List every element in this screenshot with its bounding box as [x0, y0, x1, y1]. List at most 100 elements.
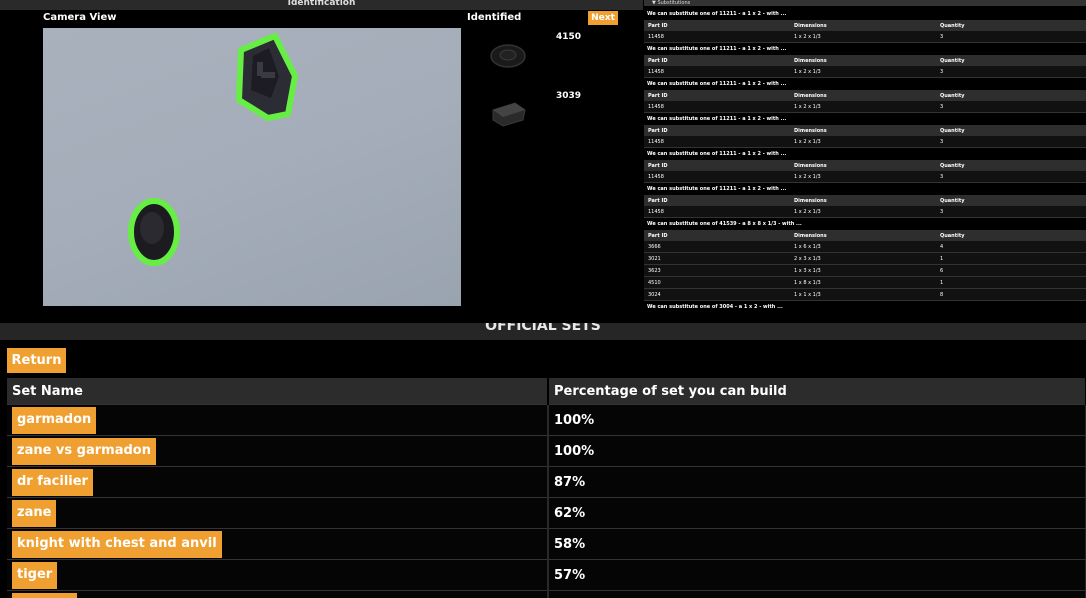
substitutions-list: We can substitute one of 11211 - a 1 x 2…	[644, 8, 1086, 313]
substitution-column-header: Quantity	[936, 160, 1086, 171]
part-thumbnail	[490, 44, 526, 68]
substitution-column-header: Part ID	[644, 90, 790, 101]
dimensions-cell: 1 x 2 x 1/3	[790, 101, 936, 113]
set-name-cell: trooper	[7, 590, 549, 598]
camera-feed-image	[128, 33, 298, 266]
quantity-cell: 6	[936, 264, 1086, 277]
substitution-column-header: Quantity	[936, 90, 1086, 101]
part-id-label: 3039	[556, 91, 582, 101]
substitution-table: Part ID Dimensions Quantity 11458 1 x 2 x 1/…	[644, 195, 1086, 218]
set-name-button[interactable]: garmadon	[12, 406, 97, 434]
substitution-header-row: Part ID Dimensions Quantity	[644, 230, 1086, 241]
set-row: zane 62%	[7, 497, 1086, 529]
substitution-line: We can substitute one of 11211 - a 1 x 2…	[647, 46, 787, 52]
substitution-row: 3021 2 x 3 x 1/3 1	[644, 252, 1086, 265]
official-sets-title: OFFICIAL SETS	[485, 323, 601, 334]
part-id-cell: 3024	[644, 288, 790, 301]
percentage-column-header: Percentage of set you can build	[548, 378, 1086, 405]
substitution-header-row: Part ID Dimensions Quantity	[644, 125, 1086, 136]
set-name-button[interactable]: zane	[12, 499, 57, 527]
substitution-column-header: Part ID	[644, 230, 790, 241]
set-row: dr facilier 87%	[7, 466, 1086, 498]
substitution-line: We can substitute one of 11211 - a 1 x 2…	[647, 11, 787, 17]
set-name-cell: dr facilier	[7, 466, 549, 498]
substitutions-header[interactable]: ▼ Substitutions	[644, 0, 1086, 6]
set-name-button[interactable]: dr facilier	[12, 468, 93, 496]
set-percentage-cell: 87%	[548, 466, 1086, 498]
dimensions-cell: 1 x 2 x 1/3	[790, 31, 936, 43]
set-name-column-header: Set Name	[7, 378, 549, 405]
substitutions-panel: ▼ Substitutions We can substitute one of…	[644, 0, 1086, 322]
quantity-cell: 3	[936, 136, 1086, 148]
substitution-line: We can substitute one of 11211 - a 1 x 2…	[647, 81, 787, 87]
identification-title: Identification	[0, 0, 643, 10]
set-name-cell: knight with chest and anvil	[7, 528, 549, 560]
part-id-label: 4150	[556, 32, 582, 42]
substitution-column-header: Dimensions	[790, 160, 936, 171]
official-sets-panel: OFFICIAL SETS Return Set Name Percentage…	[0, 323, 1086, 598]
part-id-cell: 11458	[644, 136, 790, 148]
set-name-cell: tiger	[7, 559, 549, 591]
part-id-cell: 11458	[644, 66, 790, 78]
set-row: knight with chest and anvil 58%	[7, 528, 1086, 560]
set-name-cell: garmadon	[7, 404, 549, 436]
quantity-cell: 1	[936, 276, 1086, 289]
camera-view-label: Camera View	[43, 12, 117, 23]
part-thumbnail	[492, 102, 526, 127]
substitution-column-header: Quantity	[936, 195, 1086, 206]
set-row: trooper 56%	[7, 590, 1086, 598]
substitution-row: 11458 1 x 2 x 1/3 3	[644, 31, 1086, 43]
set-percentage-cell: 57%	[548, 559, 1086, 591]
part-id-cell: 3666	[644, 241, 790, 253]
substitution-column-header: Dimensions	[790, 55, 936, 66]
substitution-column-header: Quantity	[936, 55, 1086, 66]
dimensions-cell: 1 x 2 x 1/3	[790, 136, 936, 148]
substitution-row: 3623 1 x 3 x 1/3 6	[644, 264, 1086, 277]
substitution-column-header: Part ID	[644, 125, 790, 136]
quantity-cell: 3	[936, 31, 1086, 43]
substitution-header-row: Part ID Dimensions Quantity	[644, 160, 1086, 171]
quantity-cell: 3	[936, 206, 1086, 218]
substitution-column-header: Dimensions	[790, 90, 936, 101]
substitution-table: Part ID Dimensions Quantity 3666 1 x 6 x 1/3…	[644, 230, 1086, 301]
dimensions-cell: 1 x 1 x 1/3	[790, 288, 936, 301]
substitution-header-row: Part ID Dimensions Quantity	[644, 55, 1086, 66]
next-button[interactable]: Next	[588, 11, 618, 25]
dimensions-cell: 2 x 3 x 1/3	[790, 252, 936, 265]
substitution-header-row: Part ID Dimensions Quantity	[644, 20, 1086, 31]
set-name-button[interactable]: knight with chest and anvil	[12, 530, 222, 558]
set-name-button[interactable]: zane vs garmadon	[12, 437, 156, 465]
substitution-line: We can substitute one of 3004 - a 1 x 2 …	[647, 304, 783, 310]
substitution-line: We can substitute one of 11211 - a 1 x 2…	[647, 186, 787, 192]
part-id-cell: 3623	[644, 264, 790, 277]
sets-table: Set Name Percentage of set you can build…	[7, 378, 1086, 598]
substitution-header-row: Part ID Dimensions Quantity	[644, 90, 1086, 101]
part-id-cell: 11458	[644, 101, 790, 113]
quantity-cell: 8	[936, 288, 1086, 301]
sets-table-header-row: Set Name Percentage of set you can build	[7, 378, 1086, 405]
substitution-column-header: Quantity	[936, 230, 1086, 241]
collapse-triangle-icon[interactable]: ▼	[652, 0, 656, 6]
substitutions-title: Substitutions	[657, 0, 691, 6]
part-id-cell: 3021	[644, 252, 790, 265]
part-id-cell: 11458	[644, 31, 790, 43]
part-id-cell: 11458	[644, 171, 790, 183]
set-name-button[interactable]: tiger	[12, 561, 58, 589]
substitution-row: 11458 1 x 2 x 1/3 3	[644, 101, 1086, 113]
substitution-column-header: Part ID	[644, 195, 790, 206]
return-button[interactable]: Return	[7, 348, 66, 373]
set-percentage-cell: 100%	[548, 404, 1086, 436]
set-row: garmadon 100%	[7, 404, 1086, 436]
dimensions-cell: 1 x 2 x 1/3	[790, 171, 936, 183]
dimensions-cell: 1 x 6 x 1/3	[790, 241, 936, 253]
substitution-row: 3666 1 x 6 x 1/3 4	[644, 241, 1086, 253]
detected-brick-outline	[128, 198, 180, 266]
substitution-column-header: Part ID	[644, 160, 790, 171]
dimensions-cell: 1 x 2 x 1/3	[790, 206, 936, 218]
dimensions-cell: 1 x 3 x 1/3	[790, 264, 936, 277]
set-name-button[interactable]: trooper	[12, 592, 78, 598]
substitution-row: 11458 1 x 2 x 1/3 3	[644, 171, 1086, 183]
set-row: tiger 57%	[7, 559, 1086, 591]
substitution-line: We can substitute one of 11211 - a 1 x 2…	[647, 151, 787, 157]
set-percentage-cell: 56%	[548, 590, 1086, 598]
